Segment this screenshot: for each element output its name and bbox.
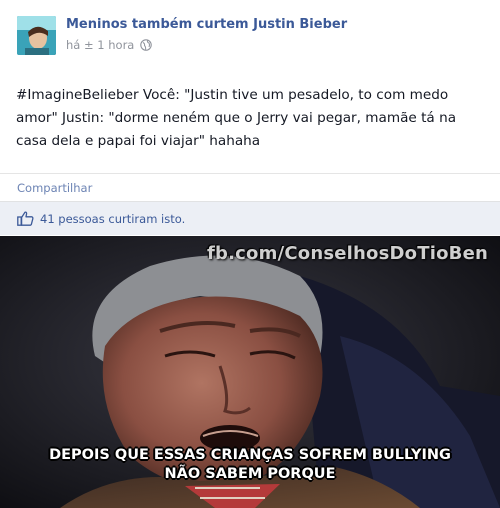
page-avatar[interactable] [17, 16, 56, 55]
watermark-text: fb.com/ConselhosDoTioBen [207, 243, 488, 264]
share-link[interactable]: Compartilhar [17, 181, 92, 195]
likes-summary: 41 pessoas curtiram isto. [0, 201, 500, 235]
post-actions-bar: Compartilhar [0, 173, 500, 201]
caption-line-1: DEPOIS QUE ESSAS CRIANÇAS SOFREM BULLYIN… [49, 447, 451, 463]
post-timestamp[interactable]: há ± 1 hora [66, 38, 134, 52]
meme-image: fb.com/ConselhosDoTioBen DEPOIS QUE ESSA… [0, 236, 500, 508]
page-name-link[interactable]: Meninos também curtem Justin Bieber [66, 17, 347, 32]
facebook-post: Meninos também curtem Justin Bieber há ±… [0, 0, 500, 236]
post-message: #ImagineBelieber Você: "Justin tive um p… [16, 87, 457, 149]
meme-caption: DEPOIS QUE ESSAS CRIANÇAS SOFREM BULLYIN… [0, 446, 500, 484]
globe-icon[interactable] [140, 39, 153, 51]
caption-line-2: NÃO SABEM PORQUE [164, 466, 336, 482]
likes-count-link[interactable]: 41 pessoas curtiram isto. [40, 212, 185, 226]
post-meta: há ± 1 hora [66, 38, 153, 52]
thumbs-up-icon[interactable] [17, 211, 34, 226]
profile-photo-icon [17, 16, 56, 55]
